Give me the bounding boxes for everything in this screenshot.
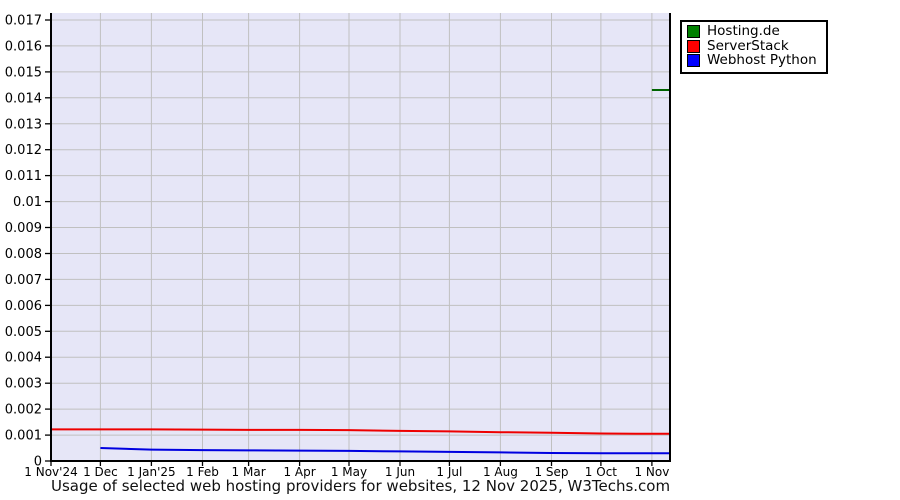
y-tick-label: 0.008 xyxy=(5,247,42,262)
y-tick-label: 0.009 xyxy=(5,221,42,236)
y-tick-label: 0.003 xyxy=(5,377,42,392)
legend-item: Webhost Python xyxy=(687,52,817,68)
plot-area xyxy=(51,13,670,461)
y-tick-label: 0.014 xyxy=(5,91,42,106)
legend: Hosting.de ServerStack Webhost Python xyxy=(680,20,828,74)
y-tick-label: 0.004 xyxy=(5,351,42,366)
y-tick-label: 0.002 xyxy=(5,403,42,418)
legend-swatch-hosting-de xyxy=(687,25,700,39)
legend-item: Hosting.de xyxy=(687,23,817,39)
y-tick-label: 0.007 xyxy=(5,273,42,288)
y-tick-label: 0.006 xyxy=(5,299,42,314)
y-tick-label: 0.011 xyxy=(5,169,42,184)
legend-item: ServerStack xyxy=(687,37,817,54)
y-tick-label: 0.017 xyxy=(5,14,42,29)
legend-label-serverstack: ServerStack xyxy=(707,37,789,54)
legend-label-hosting-de: Hosting.de xyxy=(707,23,780,39)
legend-swatch-webhost-python xyxy=(687,54,700,68)
y-tick-label: 0.01 xyxy=(13,195,42,210)
y-tick-label: 0.005 xyxy=(5,325,42,340)
legend-swatch-serverstack xyxy=(687,39,700,53)
y-tick-label: 0.001 xyxy=(5,429,42,444)
chart-title: Usage of selected web hosting providers … xyxy=(51,477,671,495)
legend-label-webhost-python: Webhost Python xyxy=(707,52,817,68)
y-tick-label: 0.013 xyxy=(5,117,42,132)
y-tick-label: 0.016 xyxy=(5,39,42,54)
usage-line-chart: 00.0010.0020.0030.0040.0050.0060.0070.00… xyxy=(5,13,671,479)
chart-container: 0 0.001 0.002 0.003 0.004 0.005 0.006 0.007 0.00… xyxy=(0,0,900,500)
y-tick-label: 0.015 xyxy=(5,65,42,80)
y-tick-label: 0.012 xyxy=(5,143,42,158)
